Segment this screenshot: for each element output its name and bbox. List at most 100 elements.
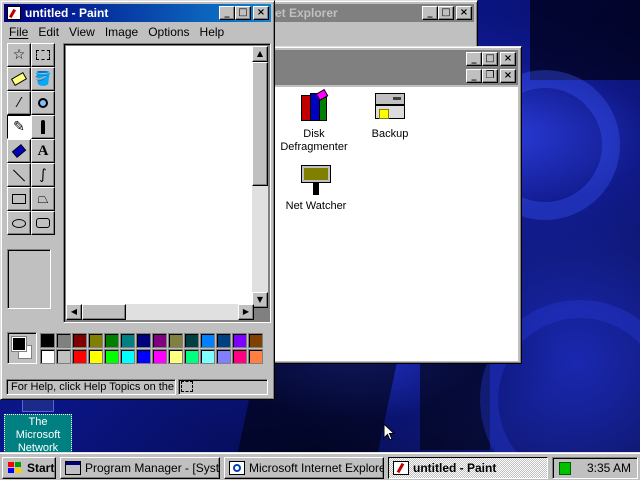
menu-options[interactable]: Options [143,25,194,39]
polygon-icon: ⏢ [37,191,49,207]
palette-swatch[interactable] [168,333,183,348]
scroll-down-button[interactable]: ▼ [252,292,268,308]
palette-swatch[interactable] [72,349,87,364]
task-label: Program Manager - [Syste... [85,461,220,475]
start-label: Start [27,461,55,475]
polygon-tool[interactable]: ⏢ [31,187,55,211]
airbrush-tool[interactable] [7,139,31,163]
brush-tool[interactable] [31,115,55,139]
palette-swatch[interactable] [152,333,167,348]
vertical-scroll-thumb[interactable] [252,62,268,186]
palette-swatch[interactable] [136,333,151,348]
palette-swatch[interactable] [104,333,119,348]
folder-title-bar[interactable]: _ □ × [272,50,518,68]
palette-swatch[interactable] [88,333,103,348]
palette-swatch[interactable] [248,349,263,364]
rectangle-tool[interactable] [7,187,31,211]
free-form-select-tool[interactable]: ☆ [7,43,31,67]
text-tool[interactable]: A [31,139,55,163]
eyedropper-icon: ⁄ [17,95,21,111]
line-tool[interactable] [7,163,31,187]
net-watcher-icon [299,163,333,197]
color-indicator[interactable] [7,332,37,364]
pencil-tool[interactable]: ✎ [7,115,31,139]
palette-swatch[interactable] [152,349,167,364]
paint-title-bar[interactable]: untitled - Paint _ □ × [4,4,271,22]
scroll-up-button[interactable]: ▲ [252,46,268,62]
curve-tool[interactable]: ∫ [31,163,55,187]
pick-color-tool[interactable]: ⁄ [7,91,31,115]
folder-child-title-bar[interactable]: _ ❐ × [272,68,518,85]
ie-minimize-button[interactable]: _ [422,6,438,20]
folder-minimize-button[interactable]: _ [466,52,482,66]
paint-window[interactable]: untitled - Paint _ □ × File Edit View Im… [0,0,275,400]
palette-swatch[interactable] [56,333,71,348]
palette-swatch[interactable] [56,349,71,364]
accessories-folder-window[interactable]: _ □ × _ ❐ × Disk Defragmenter Backup Net… [268,46,522,364]
child-minimize-button[interactable]: _ [466,69,482,83]
child-restore-button[interactable]: ❐ [482,69,498,83]
palette-swatch[interactable] [248,333,263,348]
ie-maximize-button[interactable]: □ [438,6,454,20]
menu-image[interactable]: Image [100,25,143,39]
task-program-manager[interactable]: Program Manager - [Syste... [60,457,220,479]
palette-swatch[interactable] [200,333,215,348]
network-status-icon[interactable] [559,462,571,475]
palette-swatch[interactable] [200,349,215,364]
magnifier-tool[interactable] [31,91,55,115]
status-bar: For Help, click Help Topics on the [4,377,271,397]
task-paint[interactable]: untitled - Paint [388,457,548,479]
palette-swatch[interactable] [168,349,183,364]
paint-app-icon[interactable] [7,6,21,20]
palette-swatch[interactable] [216,333,231,348]
task-internet-explorer[interactable]: Microsoft Internet Explorer ... [224,457,384,479]
folder-maximize-button[interactable]: □ [482,52,498,66]
palette-swatch[interactable] [232,333,247,348]
fill-with-color-tool[interactable]: 🪣 [31,67,55,91]
menu-edit[interactable]: Edit [33,25,64,39]
rounded-rectangle-tool[interactable] [31,211,55,235]
palette-swatch[interactable] [232,349,247,364]
net-watcher-item[interactable]: Net Watcher [276,163,356,213]
menu-help[interactable]: Help [195,25,230,39]
palette-swatch[interactable] [120,349,135,364]
folder-close-button[interactable]: × [500,52,516,66]
palette-swatch[interactable] [136,349,151,364]
paint-close-button[interactable]: × [253,6,269,20]
backup-icon [373,91,407,125]
backup-item[interactable]: Backup [350,91,430,141]
horizontal-scroll-thumb[interactable] [82,304,126,320]
scroll-left-button[interactable]: ◀ [66,304,82,320]
child-close-button[interactable]: × [500,69,516,83]
start-button[interactable]: Start [2,457,56,479]
ellipse-icon [12,218,26,228]
ie-close-button[interactable]: × [456,6,472,20]
palette-swatch[interactable] [104,349,119,364]
palette-swatch[interactable] [40,333,55,348]
palette-swatch[interactable] [216,349,231,364]
scroll-right-button[interactable]: ▶ [238,304,254,320]
eraser-tool[interactable] [7,67,31,91]
menu-view[interactable]: View [64,25,100,39]
palette-swatch[interactable] [184,349,199,364]
clock[interactable]: 3:35 AM [587,461,631,475]
drawing-canvas[interactable] [66,46,254,304]
item-label: Backup [371,128,409,140]
select-tool[interactable] [31,43,55,67]
horizontal-scrollbar[interactable]: ◀ ▶ [66,304,254,320]
disk-defragmenter-item[interactable]: Disk Defragmenter [274,89,354,154]
palette-swatch[interactable] [88,349,103,364]
palette-swatch[interactable] [40,349,55,364]
paint-minimize-button[interactable]: _ [219,6,235,20]
palette-swatch[interactable] [120,333,135,348]
item-label: Net Watcher [285,200,347,212]
paint-menu-bar: File Edit View Image Options Help [4,23,229,41]
palette-swatch[interactable] [184,333,199,348]
menu-file[interactable]: File [4,25,33,39]
paint-maximize-button[interactable]: □ [235,6,251,20]
desktop-icon-microsoft-network[interactable]: The Microsoft Network [4,394,72,452]
palette-swatch[interactable] [72,333,87,348]
tool-options-box[interactable] [7,249,51,309]
vertical-scrollbar[interactable]: ▲ ▼ [252,46,268,308]
ellipse-tool[interactable] [7,211,31,235]
